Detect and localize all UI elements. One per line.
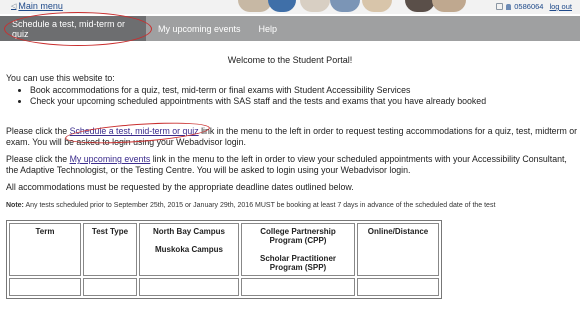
- table-cell: [241, 278, 355, 296]
- header-term: Term: [9, 223, 81, 276]
- banner-photo: [432, 0, 466, 12]
- note-text: Note: Any tests scheduled prior to Septe…: [6, 202, 495, 209]
- menu-arrow-icon: ◁: [11, 3, 17, 10]
- user-info: 0586064 log out: [496, 2, 572, 11]
- deadline-text: All accommodations must be requested by …: [6, 182, 354, 192]
- table-cell: [83, 278, 137, 296]
- intro-text: You can use this website to:: [6, 73, 115, 83]
- header-campus: North Bay Campus Muskoka Campus: [139, 223, 239, 276]
- banner-photo: [405, 0, 435, 12]
- table-cell: [139, 278, 239, 296]
- banner-photo: [330, 0, 360, 12]
- header-test-type: Test Type: [83, 223, 137, 276]
- banner-photo: [238, 0, 272, 12]
- banner-photo: [300, 0, 330, 12]
- header-north-bay: North Bay Campus: [152, 227, 225, 236]
- note-label: Note:: [6, 202, 24, 209]
- lock-icon: [496, 3, 504, 10]
- banner-photo: [268, 0, 296, 12]
- table-header-row: Term Test Type North Bay Campus Muskoka …: [9, 223, 439, 276]
- table-cell: [9, 278, 81, 296]
- banner-photo: [362, 0, 392, 12]
- header-muskoka: Muskoka Campus: [154, 245, 224, 254]
- list-item: Check your upcoming scheduled appointmen…: [30, 96, 486, 107]
- events-instructions: Please click the My upcoming events link…: [6, 154, 578, 176]
- main-menu-label: Main menu: [18, 1, 63, 11]
- logout-link[interactable]: log out: [549, 2, 572, 11]
- list-item: Book accommodations for a quiz, test, mi…: [30, 85, 486, 96]
- para-text: Please click the: [6, 126, 70, 136]
- welcome-heading: Welcome to the Student Portal!: [227, 55, 353, 65]
- user-icon: [506, 3, 512, 10]
- table-row: [9, 278, 439, 296]
- deadline-table: Term Test Type North Bay Campus Muskoka …: [6, 220, 442, 299]
- para-text: Please click the: [6, 154, 70, 164]
- header-spp: Scholar Practitioner Program (SPP): [259, 254, 337, 272]
- table-cell: [357, 278, 439, 296]
- note-body: Any tests scheduled prior to September 2…: [23, 202, 496, 209]
- user-id: 0586064: [514, 2, 544, 11]
- main-menu-link[interactable]: ◁ Main menu: [11, 1, 63, 11]
- highlight-ellipse: [4, 12, 152, 46]
- header-cpp: College Partnership Program (CPP): [260, 227, 336, 245]
- tab-upcoming-events[interactable]: My upcoming events: [146, 16, 249, 41]
- tab-help[interactable]: Help: [249, 16, 286, 41]
- upcoming-events-link[interactable]: My upcoming events: [70, 154, 151, 164]
- header-partnership: College Partnership Program (CPP) Schola…: [241, 223, 355, 276]
- header-online: Online/Distance: [357, 223, 439, 276]
- feature-list: Book accommodations for a quiz, test, mi…: [8, 85, 486, 107]
